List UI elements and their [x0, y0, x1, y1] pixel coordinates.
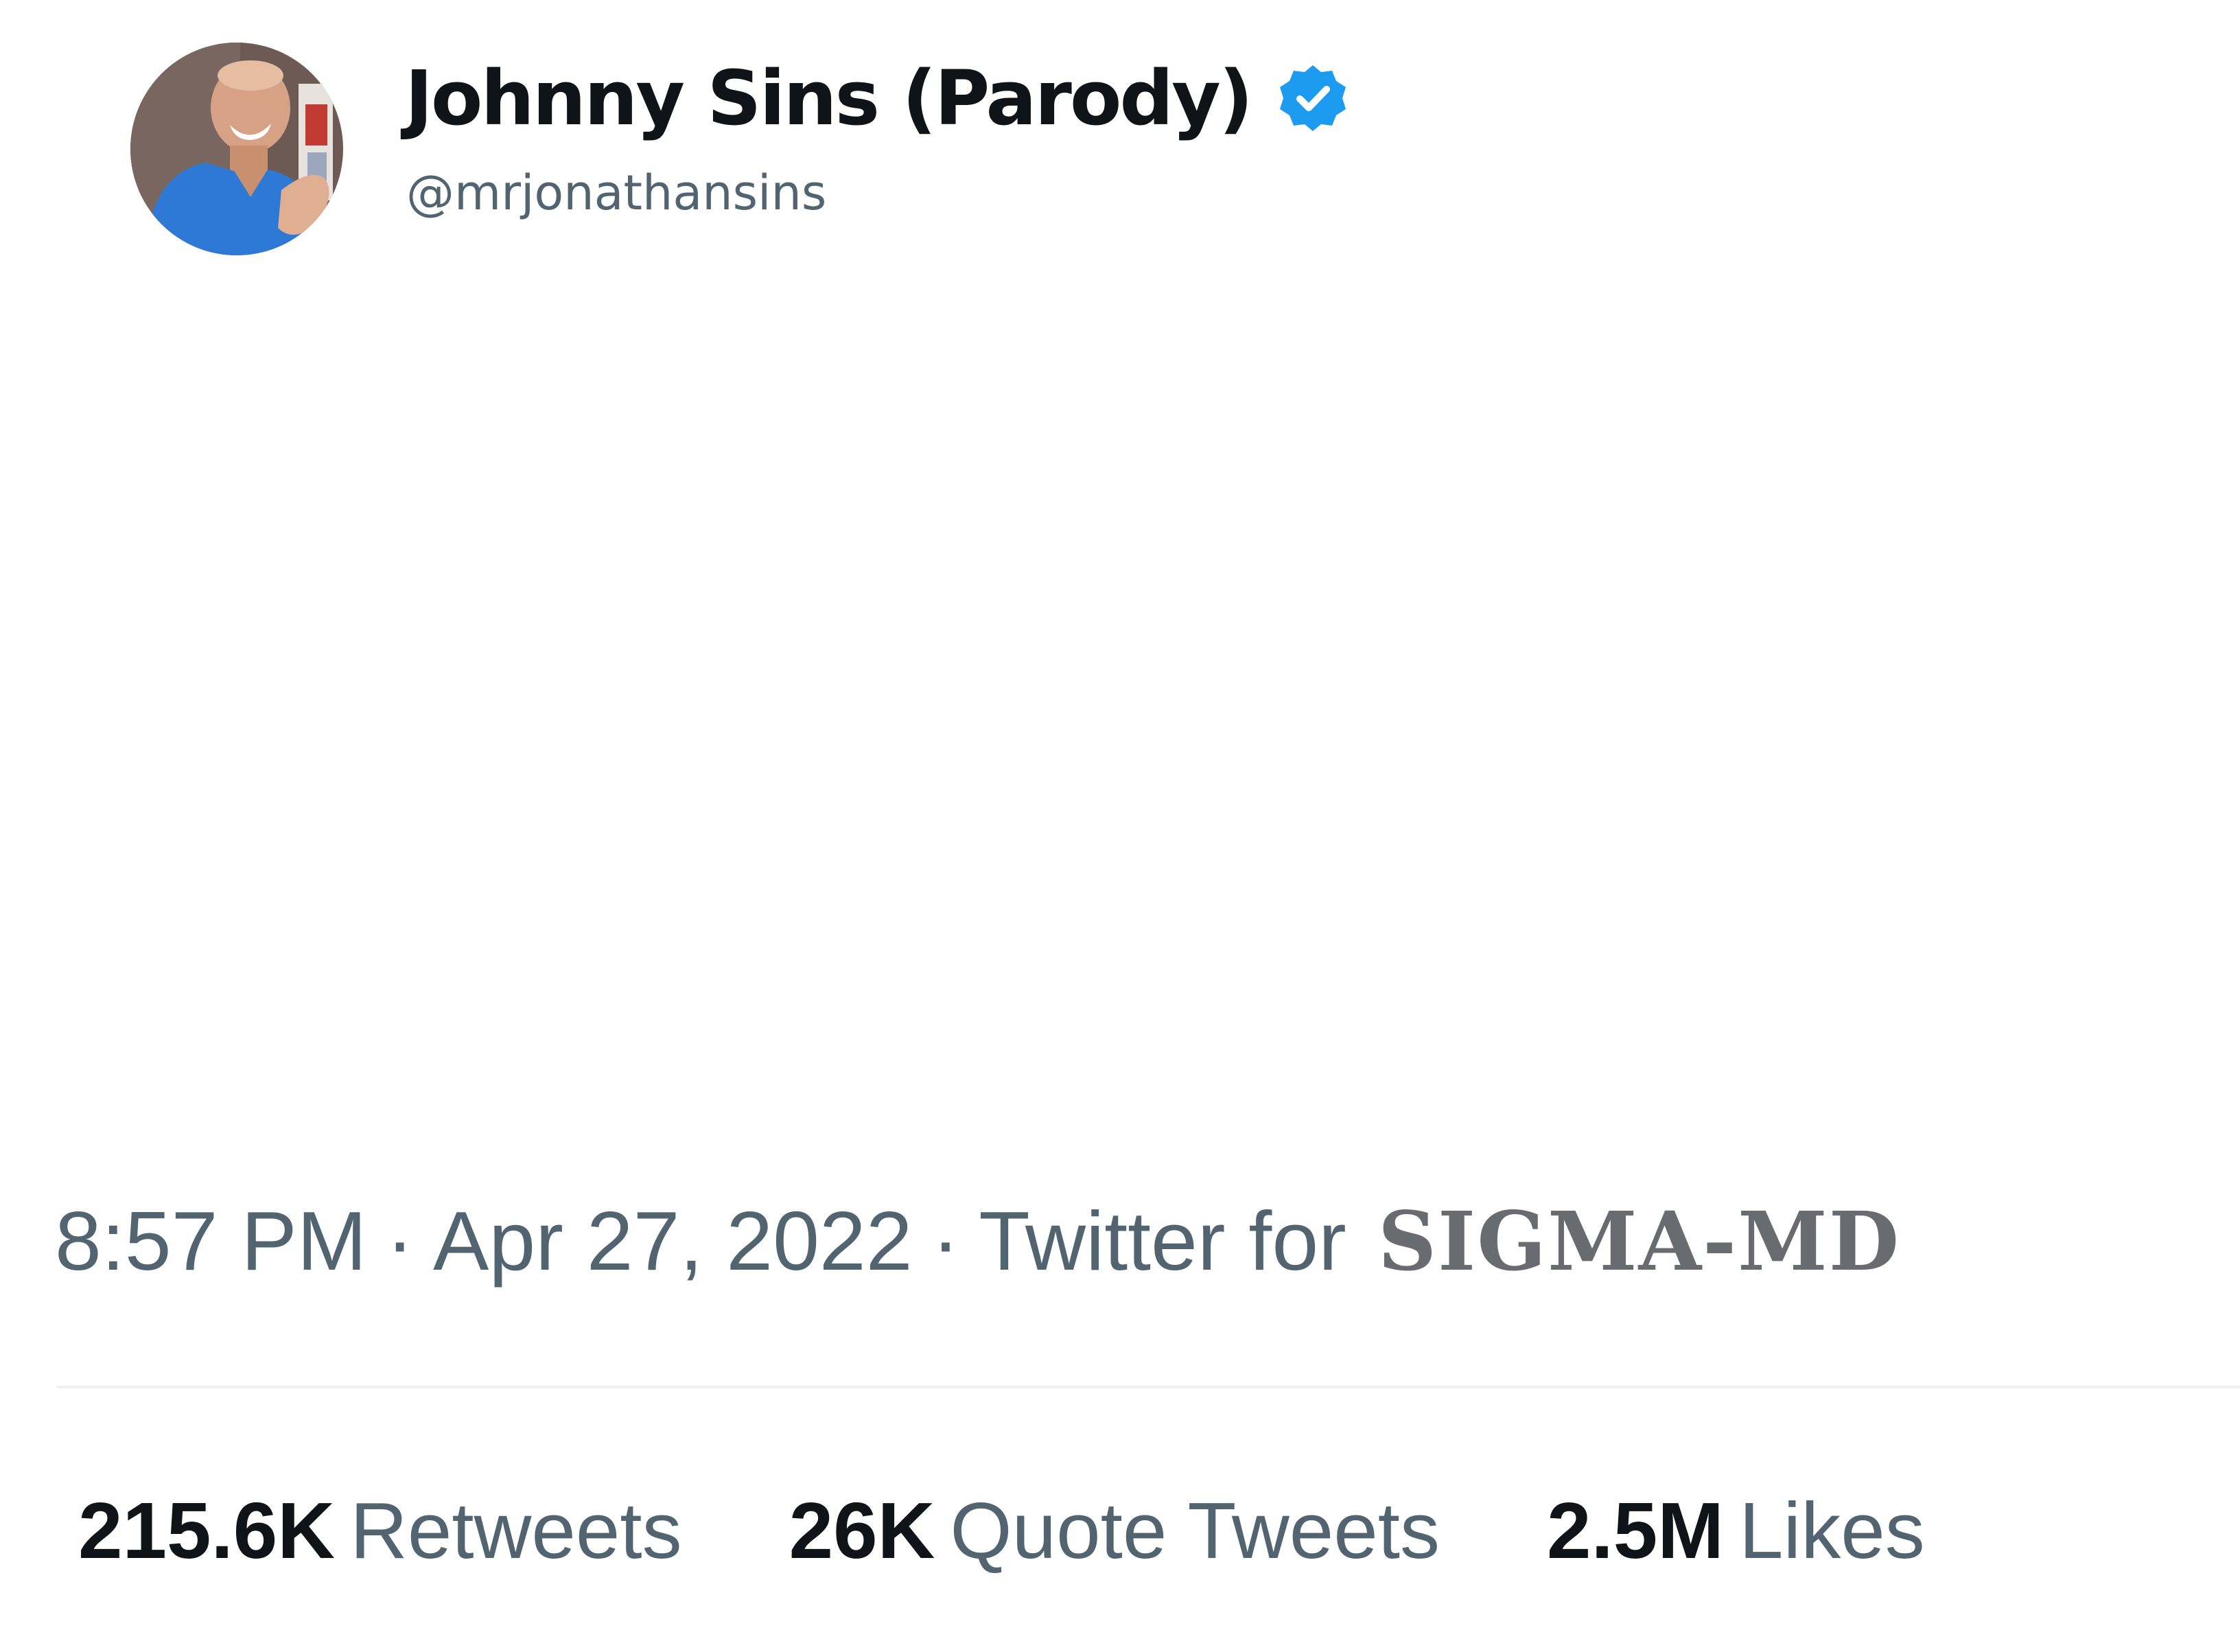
display-name-row: Johnny Sins (Parody)	[405, 40, 1347, 156]
retweets-count: 215.6K	[78, 1486, 336, 1575]
meta-separator: ·	[931, 1194, 960, 1288]
meta-separator: ·	[386, 1194, 414, 1288]
tweet-meta: 8:57 PM · Apr 27, 2022 · Twitter for SIG…	[55, 1193, 1900, 1289]
quote-tweets-label: Quote Tweets	[950, 1486, 1440, 1575]
tweet-source-app[interactable]: SIGMA-MD	[1378, 1194, 1900, 1289]
verified-badge-icon[interactable]	[1279, 64, 1347, 132]
retweets-label: Retweets	[350, 1486, 682, 1575]
divider	[56, 1386, 2240, 1388]
likes-count: 2.5M	[1547, 1486, 1724, 1575]
tweet-source-prefix: Twitter for	[979, 1194, 1346, 1288]
tweet-stats: 215.6K Retweets 26K Quote Tweets 2.5M Li…	[78, 1485, 1925, 1577]
quote-tweets-stat[interactable]: 26K Quote Tweets	[789, 1485, 1440, 1577]
user-handle[interactable]: @mrjonathansins	[406, 165, 826, 221]
display-name[interactable]: Johnny Sins (Parody)	[405, 54, 1253, 142]
tweet-date[interactable]: Apr 27, 2022	[433, 1193, 913, 1289]
likes-label: Likes	[1738, 1486, 1925, 1575]
tweet-time[interactable]: 8:57 PM	[55, 1193, 366, 1289]
profile-photo-icon	[130, 43, 343, 255]
retweets-stat[interactable]: 215.6K Retweets	[78, 1485, 682, 1577]
quote-tweets-count: 26K	[789, 1486, 935, 1575]
likes-stat[interactable]: 2.5M Likes	[1547, 1485, 1925, 1577]
avatar[interactable]	[130, 43, 343, 255]
